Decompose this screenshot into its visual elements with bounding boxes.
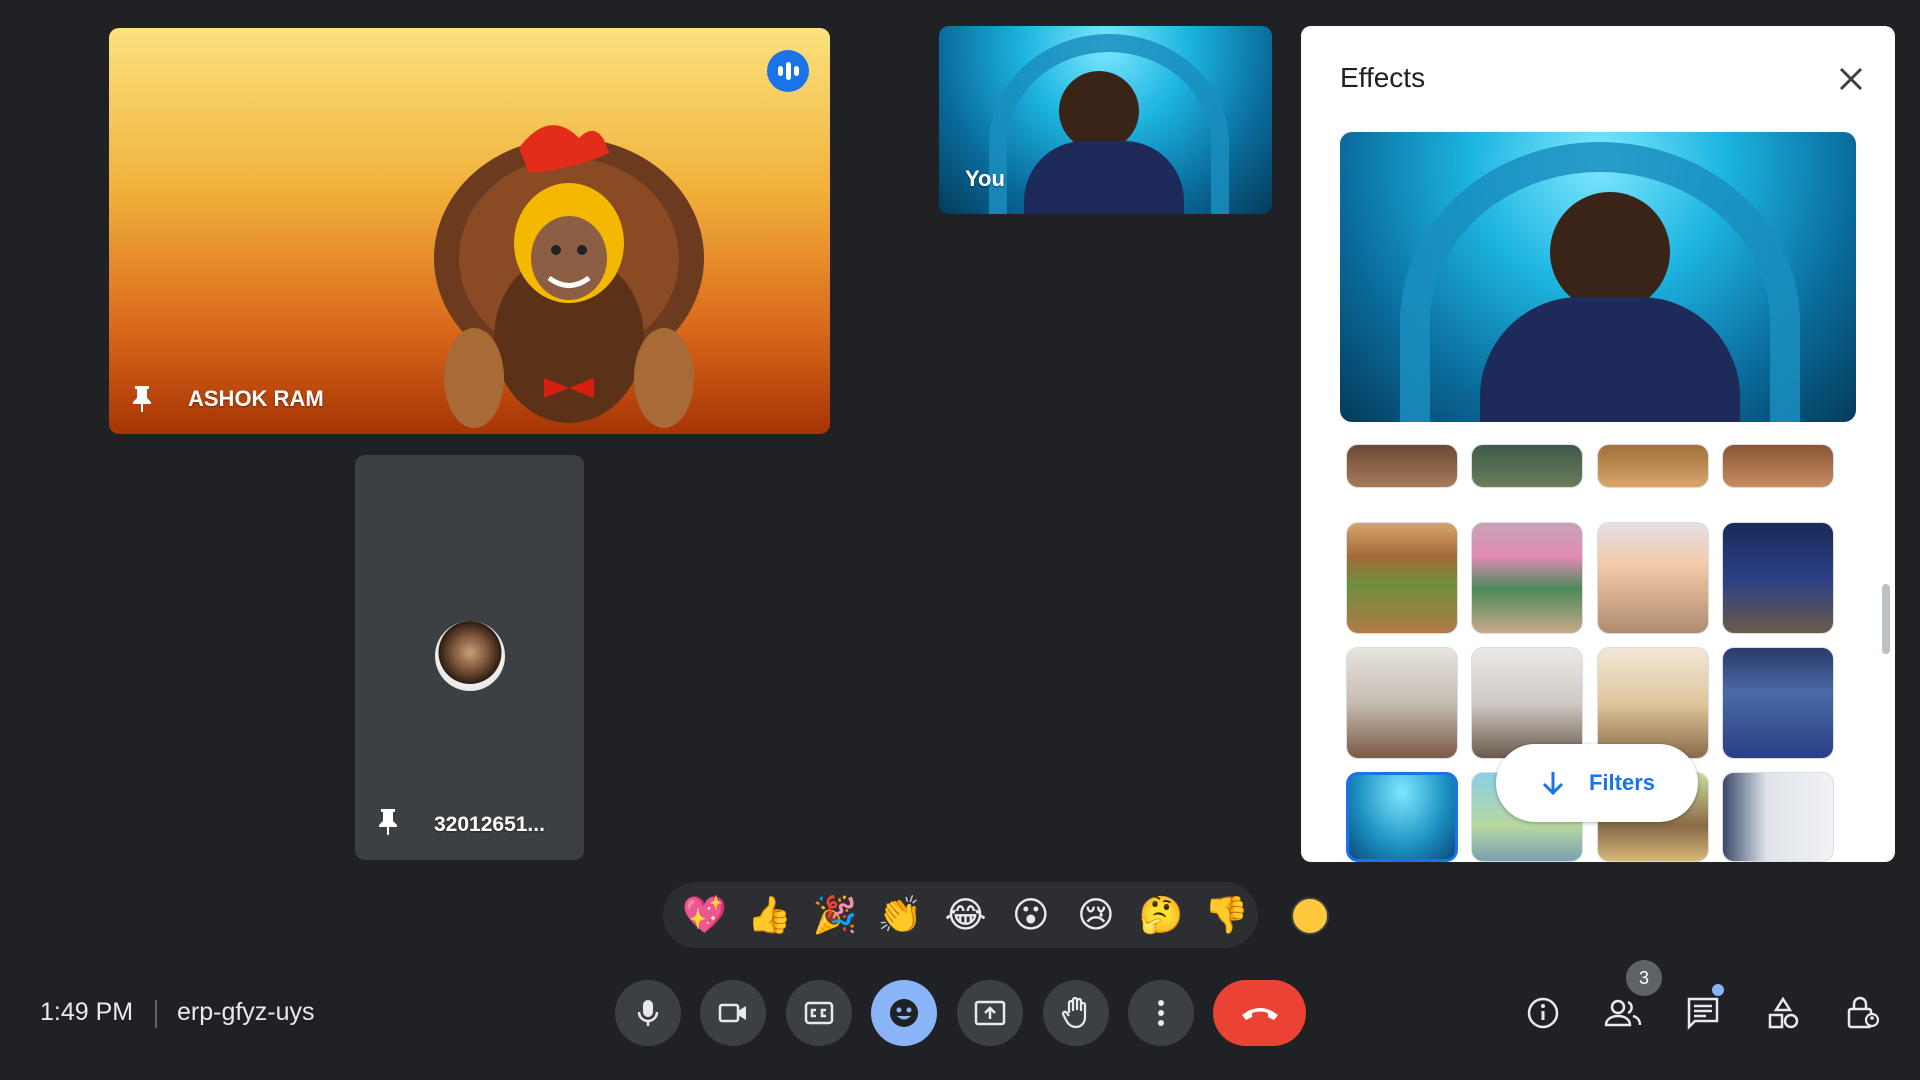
captions-icon: [804, 1001, 834, 1025]
reaction-thumbs-down[interactable]: 👎: [1195, 885, 1258, 945]
effects-button[interactable]: [871, 980, 937, 1046]
skin-tone-selector[interactable]: [1291, 897, 1329, 935]
participant-name: ASHOK RAM: [188, 386, 324, 411]
reactions-bar: 💖 👍 🎉 👏 😂 😮 😢 🤔 👎: [663, 882, 1258, 948]
host-controls-button[interactable]: [1838, 988, 1888, 1038]
reaction-party-popper[interactable]: 🎉: [803, 885, 866, 945]
raise-hand-button[interactable]: [1043, 980, 1109, 1046]
person-head: [1059, 71, 1139, 151]
hang-up-icon: [1241, 1008, 1278, 1020]
more-options-button[interactable]: [1128, 980, 1194, 1046]
close-icon: [1839, 67, 1863, 91]
chat-icon: [1687, 997, 1719, 1030]
present-screen-icon: [974, 1000, 1006, 1026]
hand-icon: [1062, 997, 1087, 1029]
captions-button[interactable]: [786, 980, 852, 1046]
meeting-code: erp-gfyz-uys: [177, 998, 315, 1026]
reaction-clapping[interactable]: 👏: [869, 885, 932, 945]
reaction-tears-of-joy[interactable]: 😂: [934, 885, 997, 945]
turkey-effect-avatar: [434, 125, 704, 428]
background-thumbnail[interactable]: [1597, 444, 1709, 488]
background-thumbnail[interactable]: [1346, 522, 1458, 634]
avatar: [435, 621, 505, 691]
background-thumbnail[interactable]: [1722, 647, 1834, 759]
participant-name: 32012651...: [434, 813, 545, 836]
reaction-sparkling-heart[interactable]: 💖: [673, 885, 736, 945]
background-thumbnail[interactable]: [1597, 647, 1709, 759]
smiley-icon: [890, 999, 918, 1027]
effects-preview: [1340, 132, 1856, 422]
filters-label: Filters: [1588, 770, 1656, 795]
more-vert-icon: [1158, 1000, 1164, 1026]
reaction-surprised[interactable]: 😮: [999, 885, 1062, 945]
background-thumbnail[interactable]: [1346, 647, 1458, 759]
background-thumbnail[interactable]: [1346, 444, 1458, 488]
meeting-details-button[interactable]: [1518, 988, 1568, 1038]
pin-icon[interactable]: [131, 384, 153, 414]
activities-button[interactable]: [1758, 988, 1808, 1038]
reaction-thinking[interactable]: 🤔: [1130, 885, 1193, 945]
background-thumbnail[interactable]: [1471, 647, 1583, 759]
scrollbar[interactable]: [1882, 584, 1890, 654]
participant-count-badge: 3: [1626, 960, 1662, 996]
people-icon: [1604, 999, 1642, 1027]
current-time: 1:49 PM: [40, 998, 134, 1026]
arrow-down-icon: [1542, 772, 1564, 796]
present-screen-button[interactable]: [957, 980, 1023, 1046]
filters-button[interactable]: Filters: [1496, 744, 1698, 822]
pin-icon[interactable]: [377, 807, 399, 837]
microphone-icon: [637, 1000, 659, 1026]
info-icon: [1527, 997, 1559, 1029]
background-thumbnail[interactable]: [1722, 444, 1834, 488]
background-thumbnail[interactable]: [1471, 444, 1583, 488]
chat-button[interactable]: [1678, 988, 1728, 1038]
background-thumbnail[interactable]: [1597, 522, 1709, 634]
participant-tile-ashok-ram[interactable]: ASHOK RAM: [109, 28, 830, 434]
effects-panel: Effects Filters: [1301, 26, 1895, 862]
reaction-crying[interactable]: 😢: [1064, 885, 1127, 945]
camera-button[interactable]: [700, 980, 766, 1046]
lock-person-icon: [1847, 996, 1880, 1029]
microphone-button[interactable]: [615, 980, 681, 1046]
background-thumbnail-selected[interactable]: [1346, 772, 1458, 862]
camera-icon: [718, 1003, 746, 1023]
unread-indicator: [1712, 984, 1724, 996]
reaction-thumbs-up[interactable]: 👍: [738, 885, 801, 945]
close-button[interactable]: [1826, 54, 1876, 104]
self-label: You: [965, 166, 1005, 191]
speaking-indicator-icon: [767, 50, 809, 92]
end-call-button[interactable]: [1213, 980, 1306, 1046]
background-thumbnail[interactable]: [1471, 522, 1583, 634]
self-video-tile[interactable]: You: [939, 26, 1272, 214]
background-thumbnail[interactable]: [1722, 772, 1834, 862]
person-head: [1550, 192, 1670, 312]
panel-title: Effects: [1340, 62, 1426, 93]
activities-icon: [1768, 996, 1799, 1029]
divider: [155, 1000, 157, 1028]
background-thumbnail[interactable]: [1722, 522, 1834, 634]
